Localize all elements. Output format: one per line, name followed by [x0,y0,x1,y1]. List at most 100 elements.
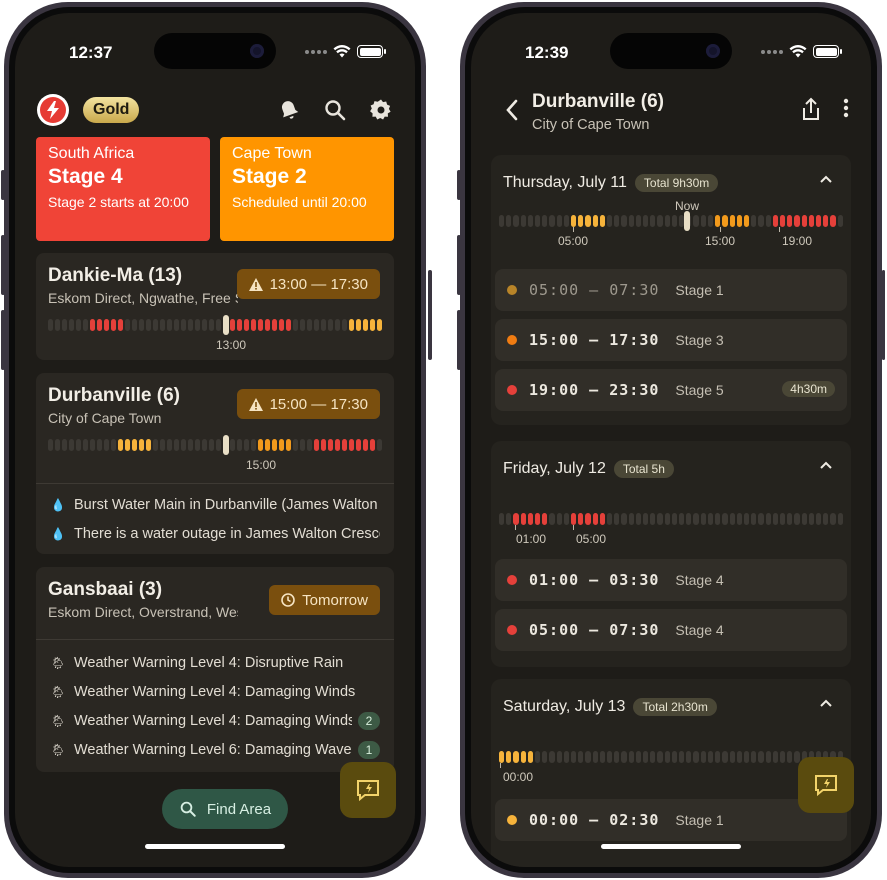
back-icon[interactable] [505,99,519,121]
area-detail-screen: 12:39 Durbanville (6) City of Cape Town … [471,13,871,867]
timeline-segment [751,215,757,227]
alert-item[interactable]: 💧 There is a water outage in James Walto… [36,519,394,548]
chevron-up-icon[interactable] [819,699,833,708]
share-icon[interactable] [801,97,821,121]
pill-label: 15:00 — 17:30 [269,395,368,413]
find-area-button[interactable]: Find Area [162,789,288,829]
timeline-segment [650,513,656,525]
feedback-fab[interactable] [798,757,854,813]
day-header[interactable]: Friday, July 12 Total 5h [495,441,847,497]
timeline-segment [664,751,670,763]
timeline-segment [209,319,214,331]
timeline-segment [657,751,663,763]
area-card-gansbaai[interactable]: Gansbaai (3) Eskom Direct, Overstrand, W… [36,567,394,772]
stage-dot [507,815,517,825]
outage-slot[interactable]: 00:00 — 02:30 Stage 1 [495,799,847,841]
tick [779,227,780,232]
timeline-segment [293,319,298,331]
alert-item[interactable]: 💧 Burst Water Main in Durbanville (James… [36,490,394,519]
search-icon [180,801,196,817]
timeline-segment [377,439,382,451]
status-time: 12:39 [525,43,569,62]
timeline-segment [90,319,95,331]
alerts-list: 💧 Burst Water Main in Durbanville (James… [36,484,394,548]
area-header: Dankie-Ma (13) Eskom Direct, Ngwathe, Fr… [36,253,394,309]
bell-alert-icon[interactable] [277,98,301,122]
alert-item[interactable]: 🌦 Weather Warning Level 4: Disruptive Ra… [36,648,394,677]
timeline-segment [635,215,642,227]
timeline-segment [715,513,721,525]
slot-stage: Stage 4 [675,572,724,588]
timeline-segment [823,215,829,227]
alert-item[interactable]: 🌦 Weather Warning Level 4: Damaging Wind… [36,706,394,735]
gold-badge[interactable]: Gold [83,97,140,123]
chevron-up-icon[interactable] [819,175,833,184]
stage-level: Stage 2 [232,165,307,188]
chevron-up-icon[interactable] [819,461,833,470]
more-vertical-icon[interactable] [843,97,849,119]
timeline-segment [635,513,642,525]
outage-slot[interactable]: 05:00 — 07:30 Stage 1 [495,269,847,311]
power-button [882,270,885,360]
timeline-segment [146,319,151,331]
outage-slot[interactable]: 19:00 — 23:30 Stage 5 4h30m [495,369,847,411]
timeline-segment [272,439,277,451]
search-icon[interactable] [323,98,347,122]
city-stage-card[interactable]: Cape Town Stage 2 Scheduled until 20:00 [220,137,394,241]
timeline-segment [506,215,512,227]
day-header[interactable]: Saturday, July 13 Total 2h30m [495,679,847,735]
timeline-segment [585,513,591,525]
outage-slot[interactable]: 01:00 — 03:30 Stage 4 [495,559,847,601]
day-timeline: Now 05:00 15:00 19:00 [499,199,843,255]
app-logo-icon[interactable] [37,94,69,126]
outage-slot[interactable]: 15:00 — 17:30 Stage 3 [495,319,847,361]
water-drop-icon: 💧 [50,497,66,512]
timeline-segment [830,215,836,227]
gear-icon[interactable] [369,98,393,122]
next-outage-pill[interactable]: Tomorrow [269,585,380,615]
national-stage-card[interactable]: South Africa Stage 4 Stage 2 starts at 2… [36,137,210,241]
timeline-segment [535,751,541,763]
timeline-segment [279,319,284,331]
timeline-segment [779,215,786,227]
timeline-segment [823,513,829,525]
timeline-segment [635,751,642,763]
alert-count-badge: 1 [358,740,380,759]
slot-list: 05:00 — 07:30 Stage 1 15:00 — 17:30 Stag… [495,269,847,411]
next-outage-pill[interactable]: 15:00 — 17:30 [236,389,380,419]
timeline-segment [83,439,88,451]
area-card-dankie-ma[interactable]: Dankie-Ma (13) Eskom Direct, Ngwathe, Fr… [36,253,394,360]
timeline-segment [125,439,130,451]
stage-dot [507,385,517,395]
timeline-segment [815,215,822,227]
feedback-fab[interactable] [340,762,396,818]
timeline-track [499,215,843,227]
timeline-segment [736,751,742,763]
alert-item[interactable]: 🌦 Weather Warning Level 4: Damaging Wind… [36,677,394,706]
timeline-segment [628,751,634,763]
area-card-durbanville[interactable]: Durbanville (6) City of Cape Town 15:00 … [36,373,394,554]
alert-item[interactable]: 🌦 Weather Warning Level 6: Damaging Wave… [36,735,394,764]
next-outage-pill[interactable]: 13:00 — 17:30 [236,269,380,299]
timeline-segment [671,513,678,525]
timeline-segment [542,215,548,227]
timeline-segment [286,319,291,331]
timeline-segment [808,215,814,227]
timeline-segment [97,439,102,451]
timeline-segment [258,319,263,331]
home-indicator[interactable] [601,844,741,849]
timeline-segment [621,513,627,525]
timeline-segment [527,513,534,525]
timeline-segment [607,215,613,227]
timeline-segment [671,215,678,227]
home-indicator[interactable] [145,844,285,849]
power-button [428,270,432,360]
day-header[interactable]: Thursday, July 11 Total 9h30m [495,155,847,211]
stage-dot [507,575,517,585]
timeline-segment [48,439,53,451]
outage-slot[interactable]: 05:00 — 07:30 Stage 4 [495,609,847,651]
timeline-segment [499,751,505,763]
timeline-segment [722,513,728,525]
timeline-segment [167,319,172,331]
area-subtitle: Eskom Direct, Ngwathe, Free State [48,290,238,306]
